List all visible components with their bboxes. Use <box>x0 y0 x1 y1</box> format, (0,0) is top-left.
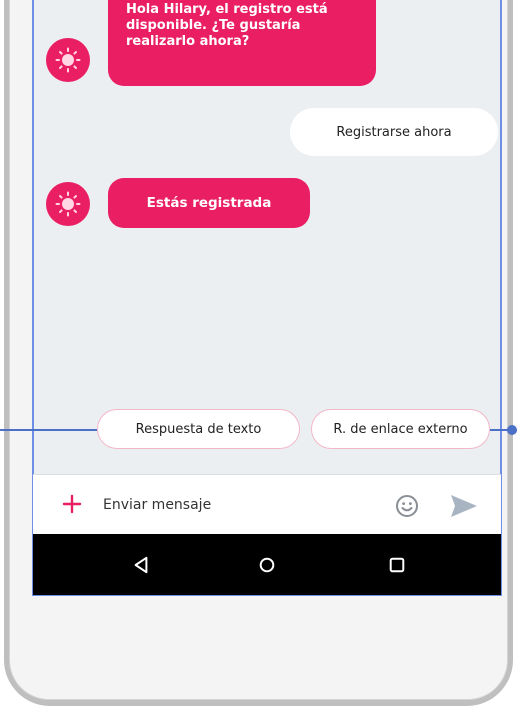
emoji-icon[interactable] <box>395 494 419 518</box>
send-icon[interactable] <box>449 493 479 519</box>
android-nav-bar <box>33 534 501 595</box>
home-icon <box>259 557 275 573</box>
home-button[interactable] <box>253 551 281 579</box>
user-message: Registrarse ahora <box>290 108 498 156</box>
recents-icon <box>389 557 405 573</box>
sun-icon <box>55 191 81 217</box>
bot-message: Estás registrada <box>108 178 310 228</box>
suggestion-chip-external-link[interactable]: R. de enlace externo <box>311 409 490 449</box>
callout-dot <box>507 425 517 435</box>
bot-avatar <box>46 182 90 226</box>
bot-message: Hola Hilary, el registro está disponible… <box>108 0 376 86</box>
plus-icon[interactable] <box>59 491 85 517</box>
bot-avatar <box>46 38 90 82</box>
back-icon <box>134 556 148 574</box>
sun-icon <box>55 47 81 73</box>
message-input[interactable] <box>103 491 373 519</box>
guide-line <box>32 595 502 596</box>
callout-line <box>0 429 97 431</box>
recents-button[interactable] <box>383 551 411 579</box>
message-composer <box>33 474 501 534</box>
suggestion-chip-text-reply[interactable]: Respuesta de texto <box>97 409 300 449</box>
back-button[interactable] <box>127 551 155 579</box>
